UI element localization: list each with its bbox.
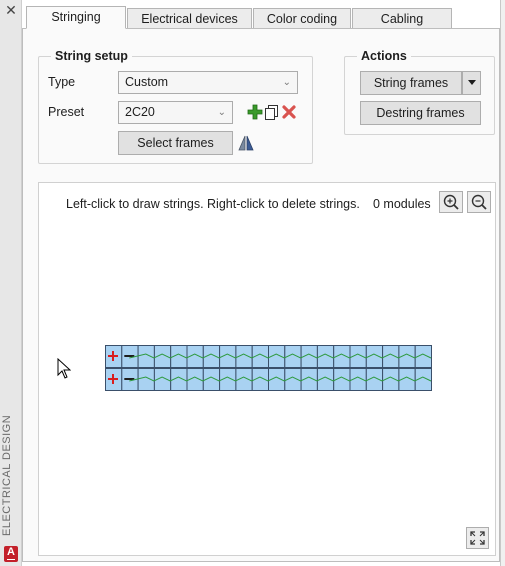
stringing-canvas[interactable]: Left-click to draw strings. Right-click … bbox=[38, 182, 496, 556]
window-right-edge bbox=[500, 0, 505, 566]
module-row-2[interactable] bbox=[105, 368, 433, 391]
add-preset-icon[interactable] bbox=[247, 104, 263, 120]
chevron-down-icon: ⌄ bbox=[217, 107, 226, 118]
type-label: Type bbox=[48, 75, 76, 89]
preset-label: Preset bbox=[48, 105, 85, 119]
module-row-graphic bbox=[105, 368, 433, 391]
tab-cabling[interactable]: Cabling bbox=[352, 8, 452, 29]
fullscreen-icon bbox=[470, 531, 485, 545]
type-dropdown[interactable]: Custom ⌄ bbox=[118, 71, 298, 94]
side-panel-strip: ✕ ELECTRICAL DESIGN A bbox=[0, 0, 22, 566]
tab-electrical-devices[interactable]: Electrical devices bbox=[127, 8, 252, 29]
side-panel-title: ELECTRICAL DESIGN bbox=[1, 414, 13, 536]
module-row-1[interactable] bbox=[105, 345, 433, 368]
mirror-icon[interactable] bbox=[237, 134, 255, 152]
tab-stringing[interactable]: Stringing bbox=[26, 6, 126, 29]
chevron-down-icon: ⌄ bbox=[282, 77, 291, 88]
mouse-cursor-icon bbox=[57, 357, 72, 380]
zoom-out-icon bbox=[471, 194, 487, 210]
copy-preset-icon[interactable] bbox=[264, 104, 280, 120]
caret-down-icon bbox=[467, 80, 476, 85]
destring-frames-button[interactable]: Destring frames bbox=[360, 101, 481, 125]
zoom-out-button[interactable] bbox=[467, 191, 491, 213]
string-frames-dropdown-button[interactable] bbox=[462, 71, 481, 95]
string-frames-button[interactable]: String frames bbox=[360, 71, 462, 95]
module-row-graphic bbox=[105, 345, 433, 368]
app-logo-icon: A bbox=[4, 546, 18, 562]
tab-color-coding[interactable]: Color coding bbox=[253, 8, 351, 29]
preset-dropdown[interactable]: 2C20 ⌄ bbox=[118, 101, 233, 124]
canvas-hint: Left-click to draw strings. Right-click … bbox=[66, 197, 360, 211]
delete-preset-icon[interactable] bbox=[281, 104, 297, 120]
fullscreen-button[interactable] bbox=[466, 527, 489, 549]
close-icon[interactable]: ✕ bbox=[4, 3, 18, 17]
type-value: Custom bbox=[125, 75, 169, 89]
select-frames-button[interactable]: Select frames bbox=[118, 131, 233, 155]
actions-title: Actions bbox=[357, 48, 411, 64]
preset-value: 2C20 bbox=[125, 105, 155, 119]
zoom-in-icon bbox=[443, 194, 459, 210]
zoom-in-button[interactable] bbox=[439, 191, 463, 213]
string-setup-title: String setup bbox=[51, 48, 132, 64]
modules-count: 0 modules bbox=[373, 197, 431, 211]
